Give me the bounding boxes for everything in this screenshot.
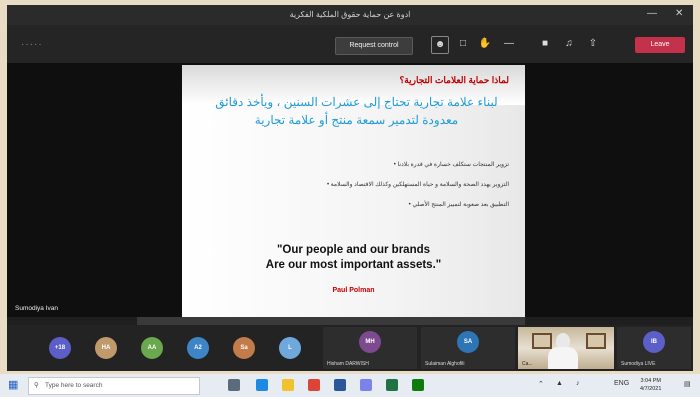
raise-hand-icon[interactable]: ✋ <box>477 36 493 52</box>
participant-name: Sumodiya LIVE <box>621 361 656 367</box>
quote-line-2: Are our most important assets." <box>265 259 442 271</box>
slide-title: لماذا حماية العلامات التجارية؟ <box>399 75 510 85</box>
clock[interactable]: 3:04 PM 4/7/2021 <box>640 377 661 393</box>
meeting-toolbar: ····· Request control ☻ □ ✋ — ■ ♫ ⇧ Leav… <box>7 25 693 63</box>
slide-bullet: تزوير المنتجات ستكلف خسارة في قدرة بلادن… <box>199 161 509 168</box>
share-icon[interactable]: ⇧ <box>585 36 601 52</box>
avatar: SA <box>457 331 479 353</box>
avatar[interactable]: Sa <box>233 337 255 359</box>
windows-taskbar: ▦ ⚲ Type here to search ⌃ ▲ ♪ ENG 3:04 P… <box>0 374 700 397</box>
quote-line-1: "Our people and our brands <box>276 244 431 256</box>
leave-button[interactable]: Leave <box>635 37 685 53</box>
participant-gallery: +18 HA AA A2 Sa L MH Hisham DARWISH SA S… <box>7 325 693 371</box>
participant-name: Hisham DARWISH <box>327 361 369 367</box>
avatar: MH <box>359 331 381 353</box>
wall-frame <box>532 333 552 349</box>
avatar[interactable]: A2 <box>187 337 209 359</box>
participant-tile[interactable]: MH Hisham DARWISH <box>323 327 417 369</box>
slide-subtitle: لبناء علامة تجارية تحتاج إلى عشرات السني… <box>215 95 498 127</box>
wall-frame <box>586 333 606 349</box>
edge-icon[interactable] <box>256 379 268 391</box>
avatar[interactable]: AA <box>141 337 163 359</box>
language-indicator[interactable]: ENG <box>614 380 629 387</box>
request-control-button[interactable]: Request control <box>335 37 413 55</box>
presentation-slide: لماذا حماية العلامات التجارية؟ لبناء علا… <box>182 65 525 317</box>
person-body <box>548 347 578 369</box>
slide-bullet: التطبيق بعد صعوبة لتمييز المنتج الأصلي <box>199 201 509 208</box>
clock-time: 3:04 PM <box>640 378 661 384</box>
word-icon[interactable] <box>334 379 346 391</box>
search-icon: ⚲ <box>34 382 39 389</box>
title-bar: ادوة عن حماية حقوق الملكية الفكرية — ✕ <box>7 5 693 25</box>
network-icon[interactable]: ▲ <box>556 380 563 387</box>
teams-icon[interactable] <box>360 379 372 391</box>
start-icon[interactable]: ▦ <box>8 379 20 391</box>
volume-icon[interactable]: ♪ <box>576 380 580 387</box>
notification-icon[interactable]: ▤ <box>684 380 691 388</box>
overflow-icon[interactable]: ····· <box>21 39 43 50</box>
more-icon[interactable]: — <box>501 36 517 52</box>
teams-window: ادوة عن حماية حقوق الملكية الفكرية — ✕ ·… <box>7 5 693 371</box>
slide-bullet: التزوير يهدد الصحة والسلامة و حياة المست… <box>199 181 509 188</box>
participant-tile[interactable]: IB Sumodiya LIVE <box>617 327 691 369</box>
tray-chevron-icon[interactable]: ⌃ <box>538 380 544 388</box>
avatar: IB <box>643 331 665 353</box>
participant-video[interactable]: Ca... <box>518 327 614 369</box>
shared-taskbar-strip <box>137 317 525 325</box>
shared-screen: لماذا حماية العلامات التجارية؟ لبناء علا… <box>7 63 693 317</box>
participant-name: Sulaiman Alghofili <box>425 361 465 367</box>
minimize-button[interactable]: — <box>647 8 657 19</box>
search-placeholder: Type here to search <box>45 382 103 389</box>
chat-icon[interactable]: □ <box>455 36 471 52</box>
camera-icon[interactable]: ■ <box>537 36 553 52</box>
task-view-icon[interactable] <box>228 379 240 391</box>
presenter-name: Sumodiya Ivan <box>15 305 58 312</box>
participants-icon[interactable]: ☻ <box>431 36 449 54</box>
avatar[interactable]: HA <box>95 337 117 359</box>
app-icon[interactable] <box>412 379 424 391</box>
mic-icon[interactable]: ♫ <box>561 36 577 52</box>
close-button[interactable]: ✕ <box>675 8 683 19</box>
window-title: ادوة عن حماية حقوق الملكية الفكرية <box>289 10 411 19</box>
avatar[interactable]: L <box>279 337 301 359</box>
chrome-icon[interactable] <box>308 379 320 391</box>
participant-tile[interactable]: SA Sulaiman Alghofili <box>421 327 515 369</box>
quote-author: Paul Polman <box>332 287 375 294</box>
slide-quote: "Our people and our brands Are our most … <box>182 243 525 273</box>
file-explorer-icon[interactable] <box>282 379 294 391</box>
excel-icon[interactable] <box>386 379 398 391</box>
clock-date: 4/7/2021 <box>640 386 662 392</box>
taskbar-search[interactable]: ⚲ Type here to search <box>28 377 200 395</box>
avatar[interactable]: +18 <box>49 337 71 359</box>
participant-name: Ca... <box>522 361 533 367</box>
